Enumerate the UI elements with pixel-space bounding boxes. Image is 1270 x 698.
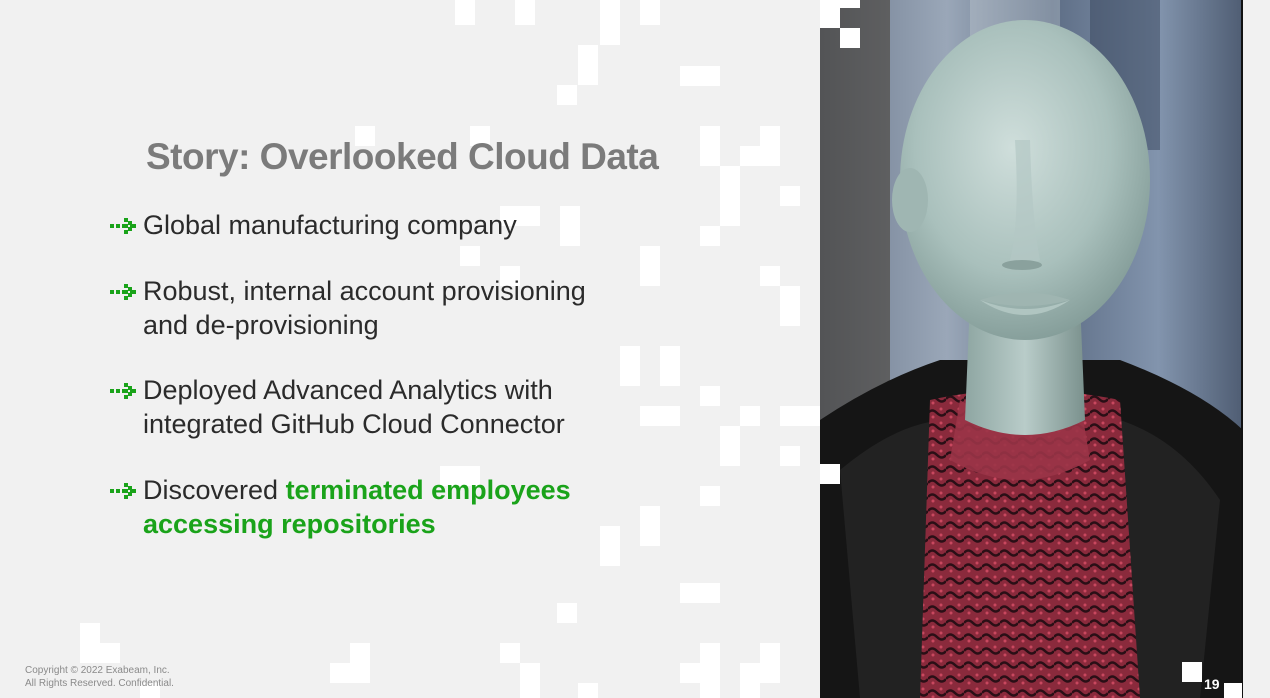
bullet-item: Global manufacturing company [110,208,517,242]
highlight-text: accessing repositories [143,509,436,539]
arrow-right-icon [110,284,136,300]
bullet-text: Robust, internal account provisioning an… [143,276,586,340]
arrow-right-icon [110,218,136,234]
arrow-right-icon [110,383,136,399]
copyright-notice: Copyright © 2022 Exabeam, Inc. All Right… [25,665,174,689]
slide: Story: Overlooked Cloud Data Global manu… [0,0,1270,698]
arrow-right-icon [110,483,136,499]
bullet-text: Global manufacturing company [143,210,517,240]
bullet-text: Deployed Advanced Analytics with integra… [143,375,565,439]
right-margin [1243,0,1270,698]
page-marker-square [1182,662,1202,682]
bullet-item: Robust, internal account provisioning an… [110,274,586,342]
highlight-text: terminated employees [285,475,571,505]
mannequin-image [820,0,1243,698]
bullet-item: Discovered terminated employees accessin… [110,473,571,541]
mannequin-photo [820,0,1243,698]
page-number: 19 [1204,676,1220,692]
bullet-item: Deployed Advanced Analytics with integra… [110,373,565,441]
page-marker-square [1224,683,1242,698]
slide-title: Story: Overlooked Cloud Data [146,136,659,177]
bullet-text: Discovered terminated employees accessin… [143,475,571,539]
right-border [1241,0,1243,698]
